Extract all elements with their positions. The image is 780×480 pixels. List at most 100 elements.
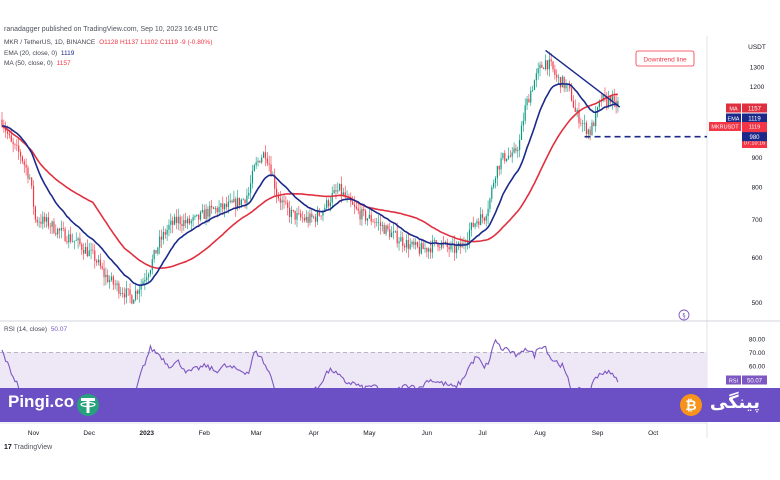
candle-body [532,89,534,91]
candle-body [185,220,187,224]
candle-body [44,216,46,222]
candle-body [101,266,103,269]
rsi-legend[interactable]: RSI (14, close) 50.07 [4,326,67,333]
candle-body [170,220,172,225]
candle-body [311,213,313,218]
candle-body [29,177,31,179]
candle-body [498,166,500,170]
candle-body [105,274,107,278]
candle-body [298,213,300,214]
trading-chart[interactable]: 5006007008009001000110012001300 50.0060.… [0,0,780,480]
ohlc-change: -9 (-0.80%) [179,39,213,46]
candle-body [504,153,506,161]
candle-body [66,241,68,243]
current-price-line: 1119 [749,125,760,131]
candle-body [405,240,408,248]
candle-body [94,250,96,261]
rsi-tick-label: 70.00 [749,350,766,357]
candle-body [413,241,415,245]
candle-body [472,222,474,227]
candle-body [233,198,235,203]
candle-body [431,240,434,253]
candle-body [314,216,317,222]
tether-icon [77,394,99,416]
candle-body [379,222,382,226]
rsi-legend-value: 50.07 [50,326,68,333]
ema-legend[interactable]: EMA (20, close, 0) 1119 [4,50,74,57]
candle-body [192,217,194,221]
candle-body [535,73,537,81]
candle-body [513,148,515,153]
candle-body [337,190,339,192]
price-tag-value: 1157 [748,106,762,112]
candle-body [190,220,192,224]
time-tick-label: Feb [199,430,211,437]
candle-body [483,217,485,221]
candle-body [487,208,489,217]
candle-body [90,249,92,251]
candle-body [277,196,280,199]
price-tick-label: 800 [752,184,763,191]
svg-text:₿: ₿ [685,398,696,414]
candle-body [57,228,59,235]
time-tick-label: Apr [309,430,320,437]
chart-canvas[interactable]: 5006007008009001000110012001300 50.0060.… [0,0,780,480]
candle-body [378,222,380,224]
candle-body [491,187,493,199]
candle-body [188,218,190,224]
candle-body [168,224,170,230]
candle-body [179,216,181,225]
candle-body [402,237,404,246]
candle-body [248,192,250,196]
candle-body [125,288,127,298]
candle-body [550,59,552,62]
candle-body [220,203,222,208]
candle-body [595,112,597,127]
candle-body [75,240,77,241]
candle-body [255,162,257,166]
candle-body [70,234,72,242]
candle-body [36,219,38,223]
candle-body [494,177,497,184]
rsi-tag: RSI 50.07 [726,375,767,385]
candle-body [77,238,79,241]
candle-body [172,220,174,225]
price-tick-label: 700 [752,217,763,224]
candle-body [1,119,3,126]
time-tick-label: Oct [648,430,658,437]
brand-persian-text: پینگی [709,392,760,413]
candle-body [335,190,337,192]
candle-body [511,152,513,157]
candle-body [593,122,595,127]
candle-body [281,200,283,203]
candle-body [153,250,155,260]
tradingview-footer[interactable]: 17 TradingView [4,444,52,451]
candle-body [164,232,166,235]
candle-body [270,164,272,176]
candle-body [38,221,40,223]
candle-body [570,88,573,101]
candle-body [541,64,543,68]
candle-body [398,241,400,244]
candle-body [533,80,536,90]
rsi-legend-label: RSI (14, close) [4,326,47,333]
symbol-legend[interactable]: MKR / TetherUS, 1D, BINANCE O1128 H1137 … [4,39,212,46]
ma-legend[interactable]: MA (50, close, 0) 1157 [4,60,71,67]
candle-body [279,198,281,203]
time-tick-label: Nov [28,430,40,437]
candle-body [481,214,484,218]
candle-body [582,123,584,124]
candle-body [186,218,189,224]
candle-body [528,98,530,103]
candle-body [409,244,411,249]
candle-body [250,183,252,193]
candle-body [389,229,391,238]
candle-body [342,192,344,195]
candle-body [214,207,216,209]
candle-body [14,144,16,145]
candle-body [131,295,133,304]
candle-body [329,202,331,207]
candle-body [19,151,22,157]
candle-body [136,290,139,294]
candle-body [381,225,383,226]
